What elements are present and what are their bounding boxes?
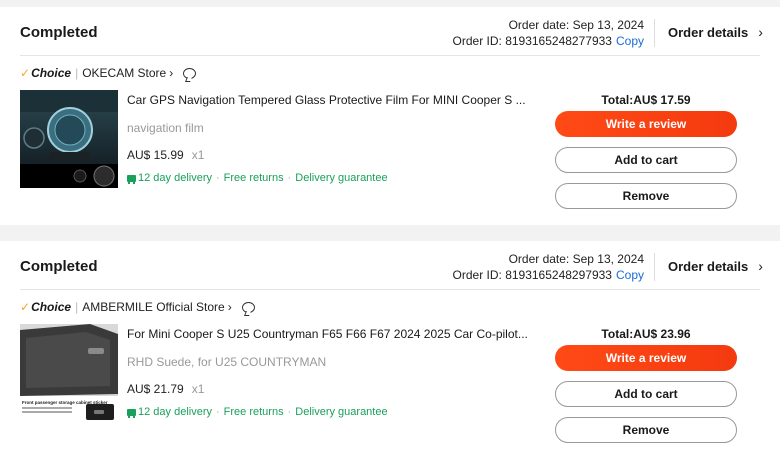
delivery-guarantee: Delivery guarantee <box>295 172 388 184</box>
choice-label: Choice <box>31 300 72 314</box>
order-total: Total:AU$ 23.96 <box>601 327 691 341</box>
price-row: AU$ 15.99 x1 <box>127 148 204 162</box>
chevron-right-icon[interactable]: › <box>228 300 232 314</box>
choice-badge: ✓ Choice <box>20 300 71 314</box>
separator: · <box>287 172 292 184</box>
order-date: Order date: Sep 13, 2024 <box>508 18 644 32</box>
divider <box>654 19 655 47</box>
quantity: x1 <box>191 148 205 162</box>
separator: · <box>216 172 220 184</box>
product-thumbnail[interactable]: Front passenger storage cabinet sticker <box>20 324 118 422</box>
store-row: ✓ Choice | OKECAM Store › <box>20 66 197 80</box>
choice-label: Choice <box>31 66 72 80</box>
order-id-row: Order ID: 8193165248297933 Copy <box>453 267 644 283</box>
quantity: x1 <box>191 382 205 396</box>
check-icon: ✓ <box>20 66 31 80</box>
order-id-row: Order ID: 8193165248277933 Copy <box>453 33 644 49</box>
write-review-button[interactable]: Write a review <box>555 111 737 137</box>
add-to-cart-button[interactable]: Add to cart <box>555 147 737 173</box>
delivery-guarantee: Delivery guarantee <box>295 406 388 418</box>
divider <box>654 253 655 281</box>
order-header: Completed Order date: Sep 13, 2024 Order… <box>0 241 780 289</box>
order-header: Completed Order date: Sep 13, 2024 Order… <box>0 7 780 55</box>
order-meta: Order date: Sep 13, 2024 Order ID: 81931… <box>453 17 644 49</box>
order-details-link[interactable]: Order details › <box>668 258 763 274</box>
product-variant: RHD Suede, for U25 COUNTRYMAN <box>127 355 327 369</box>
free-returns: Free returns <box>223 172 284 184</box>
delivery-info: 12 day delivery <box>138 172 212 184</box>
product-title[interactable]: Car GPS Navigation Tempered Glass Protec… <box>127 93 526 107</box>
remove-button[interactable]: Remove <box>555 183 737 209</box>
store-name-link[interactable]: OKECAM Store <box>82 66 166 80</box>
product-variant: navigation film <box>127 121 204 135</box>
divider <box>20 289 760 290</box>
price-row: AU$ 21.79 x1 <box>127 382 204 396</box>
chevron-right-icon[interactable]: › <box>169 66 173 80</box>
service-row: 12 day delivery · Free returns · Deliver… <box>127 172 388 184</box>
remove-button[interactable]: Remove <box>555 417 737 443</box>
order-total: Total:AU$ 17.59 <box>601 93 691 107</box>
copy-order-id-button[interactable]: Copy <box>616 34 644 48</box>
delivery-info: 12 day delivery <box>138 406 212 418</box>
unit-price: AU$ 21.79 <box>127 382 184 396</box>
truck-icon <box>127 174 136 184</box>
divider <box>20 55 760 56</box>
order-details-link[interactable]: Order details › <box>668 24 763 40</box>
chat-icon[interactable] <box>183 67 197 79</box>
order-status: Completed <box>20 24 98 41</box>
separator: | <box>75 300 79 314</box>
order-card: Completed Order date: Sep 13, 2024 Order… <box>0 241 780 462</box>
choice-badge: ✓ Choice <box>20 66 71 80</box>
add-to-cart-button[interactable]: Add to cart <box>555 381 737 407</box>
chat-icon[interactable] <box>241 301 255 313</box>
free-returns: Free returns <box>223 406 284 418</box>
order-details-label: Order details <box>668 258 749 274</box>
order-id: Order ID: 8193165248277933 <box>452 34 612 48</box>
separator: · <box>216 406 220 418</box>
unit-price: AU$ 15.99 <box>127 148 184 162</box>
copy-order-id-button[interactable]: Copy <box>616 268 644 282</box>
order-status: Completed <box>20 258 98 275</box>
separator: · <box>287 406 292 418</box>
order-details-label: Order details <box>668 24 749 40</box>
service-row: 12 day delivery · Free returns · Deliver… <box>127 406 388 418</box>
order-id: Order ID: 8193165248297933 <box>452 268 612 282</box>
order-card: Completed Order date: Sep 13, 2024 Order… <box>0 7 780 225</box>
chevron-right-icon: › <box>758 24 763 40</box>
product-thumbnail[interactable] <box>20 90 118 188</box>
product-title[interactable]: For Mini Cooper S U25 Countryman F65 F66… <box>127 327 528 341</box>
order-date: Order date: Sep 13, 2024 <box>508 252 644 266</box>
check-icon: ✓ <box>20 300 31 314</box>
store-name-link[interactable]: AMBERMILE Official Store <box>82 300 225 314</box>
truck-icon <box>127 408 136 418</box>
separator: | <box>75 66 79 80</box>
chevron-right-icon: › <box>758 258 763 274</box>
store-row: ✓ Choice | AMBERMILE Official Store › <box>20 300 255 314</box>
order-meta: Order date: Sep 13, 2024 Order ID: 81931… <box>453 251 644 283</box>
write-review-button[interactable]: Write a review <box>555 345 737 371</box>
